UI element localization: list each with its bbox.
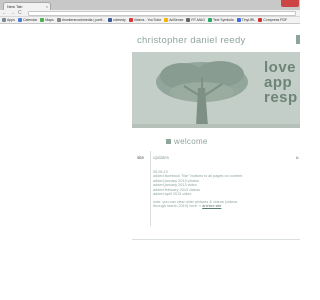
- bookmark-label: Maps: [45, 18, 54, 22]
- tab-title: New Tab: [7, 4, 23, 9]
- side-nav-label[interactable]: site: [137, 155, 144, 160]
- bookmark-label: Compress PDF: [263, 18, 288, 22]
- updates-heading: updates: [153, 155, 170, 160]
- hero-banner: love app resp: [132, 52, 300, 128]
- welcome-square-icon: [166, 139, 171, 144]
- browser-tab[interactable]: New Tab ×: [3, 2, 51, 10]
- bookmark-label: AdSense: [169, 18, 184, 22]
- update-item: added april 2013 video: [153, 192, 192, 197]
- bookmark-favicon-icon: [17, 18, 22, 22]
- browser-toolbar: ← → C: [0, 10, 300, 17]
- bookmark-item[interactable]: Videos - YouTube: [128, 18, 162, 22]
- bookmark-label: drunkenmonkmedia | portf...: [61, 18, 106, 22]
- bookmark-favicon-icon: [56, 18, 61, 22]
- updates-list: 05.05.13 added facebook "like" buttons t…: [153, 170, 293, 196]
- note-line-with-link: through march 2010) here: » archive site: [153, 204, 293, 208]
- bookmark-item[interactable]: drunkenmonkmedia | portf...: [56, 18, 106, 22]
- window-close-button[interactable]: [281, 0, 299, 7]
- hero-line: resp: [264, 89, 298, 106]
- bookmark-favicon-icon: [40, 18, 45, 22]
- bookmark-item[interactable]: Calendar: [17, 18, 38, 22]
- bookmark-label: RT-MAG: [191, 18, 205, 22]
- address-bar[interactable]: [28, 11, 296, 16]
- bookmark-label: TinyURL: [241, 18, 256, 22]
- bookmark-favicon-icon: [236, 18, 241, 22]
- bookmarks-bar: Apps Calendar Maps drunkenmonkmedia | portf…: [0, 17, 300, 24]
- bookmark-label: cdreedy: [113, 18, 126, 22]
- forward-icon[interactable]: →: [10, 11, 15, 16]
- archive-site-link[interactable]: archive site: [202, 204, 221, 208]
- back-icon[interactable]: ←: [2, 11, 7, 16]
- bookmark-item[interactable]: cdreedy: [108, 18, 126, 22]
- bookmark-favicon-icon: [108, 18, 113, 22]
- bookmark-favicon-icon: [164, 18, 169, 22]
- reload-icon[interactable]: C: [18, 11, 22, 16]
- bookmark-item[interactable]: Text Symbols: [207, 18, 234, 22]
- right-column-label[interactable]: u: [296, 155, 299, 160]
- bookmark-label: Text Symbols: [212, 18, 234, 22]
- bookmark-item[interactable]: AdSense: [164, 18, 183, 22]
- hero-line: app: [264, 74, 293, 91]
- content-divider: [132, 239, 300, 240]
- corner-mark: [296, 35, 300, 44]
- bookmark-label: Calendar: [22, 18, 38, 22]
- bookmark-favicon-icon: [2, 18, 6, 22]
- bookmark-favicon-icon: [186, 18, 191, 22]
- note-line: through march 2010) here: »: [153, 204, 202, 209]
- web-page: christopher daniel reedy love app resp w…: [0, 25, 300, 300]
- bookmark-item[interactable]: Apps: [2, 18, 15, 22]
- bookmark-label: Videos - YouTube: [133, 18, 162, 22]
- bookmark-item[interactable]: Maps: [40, 18, 54, 22]
- hero-text: love app resp: [264, 60, 298, 105]
- bookmark-item[interactable]: RT-MAG: [186, 18, 205, 22]
- column-divider: [150, 151, 151, 226]
- browser-tabstrip: New Tab ×: [0, 0, 300, 10]
- bookmark-item[interactable]: TinyURL: [236, 18, 256, 22]
- welcome-heading: welcome: [166, 137, 208, 146]
- bookmark-item[interactable]: Compress PDF: [258, 18, 287, 22]
- tab-close-icon[interactable]: ×: [46, 3, 48, 10]
- bookmark-label: Apps: [7, 18, 15, 22]
- hero-line: love: [264, 59, 297, 76]
- welcome-text: welcome: [174, 137, 208, 146]
- bookmark-favicon-icon: [258, 18, 263, 22]
- archive-note: note: you can view older pictures & vide…: [153, 200, 293, 209]
- bookmark-favicon-icon: [207, 18, 212, 22]
- bookmark-favicon-icon: [128, 18, 133, 22]
- site-title[interactable]: christopher daniel reedy: [137, 35, 246, 46]
